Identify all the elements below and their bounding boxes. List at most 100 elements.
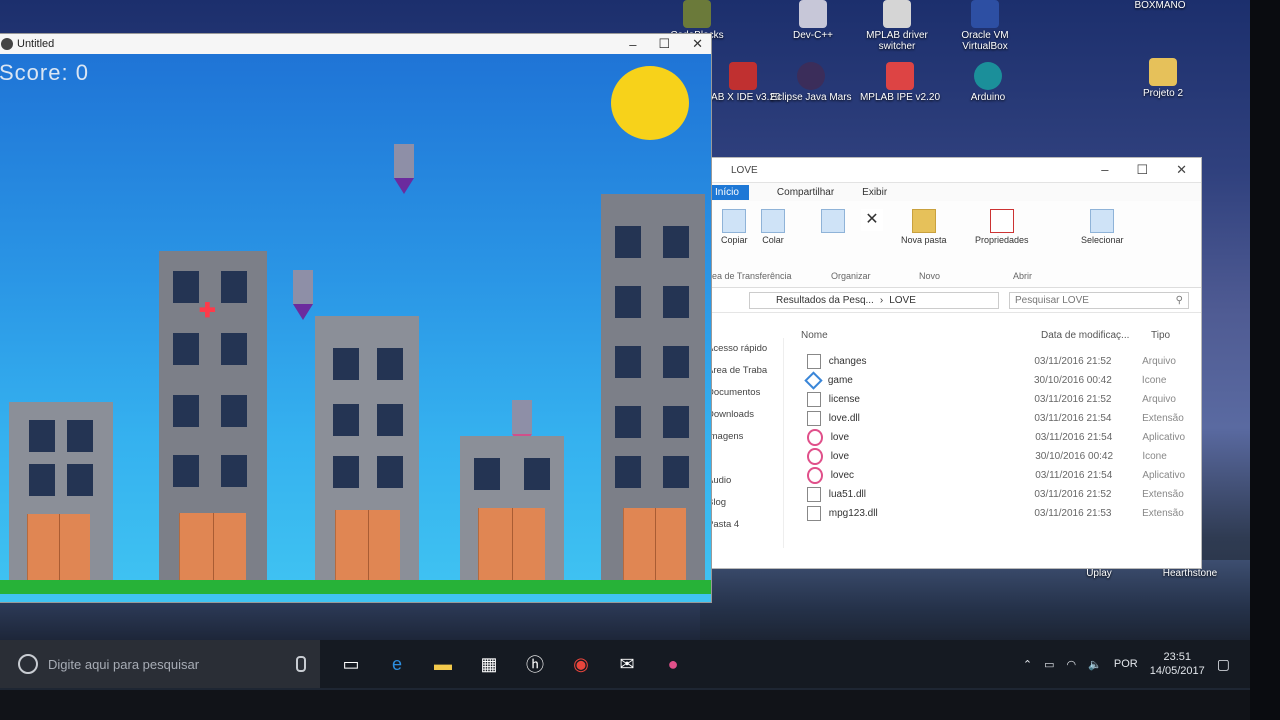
column-type[interactable]: Tipo — [1151, 330, 1191, 348]
tab-compartilhar[interactable]: Compartilhar — [777, 187, 834, 198]
desktop-icon-hearthstone[interactable]: Hearthstone — [1145, 568, 1235, 579]
nav-item[interactable]: Área de Traba — [701, 360, 783, 382]
volume-icon[interactable]: 🔈 — [1088, 658, 1102, 671]
game-icon — [804, 371, 823, 390]
game-titlebar[interactable]: Untitled – ☐ ✕ — [0, 34, 711, 54]
eclipse-icon — [797, 62, 825, 90]
taskbar: Digite aqui para pesquisar ▭ e ▬ ▦ ⓗ ◉ ✉… — [0, 640, 1250, 688]
nav-item[interactable]: Imagens — [701, 426, 783, 448]
building-door — [27, 514, 90, 580]
nav-item[interactable]: Documentos — [701, 382, 783, 404]
desktop-icon-virtualbox[interactable]: Oracle VM VirtualBox — [940, 0, 1030, 52]
task-view-icon[interactable]: ▭ — [336, 649, 366, 679]
nav-item[interactable]: Downloads — [701, 404, 783, 426]
cortana-icon — [18, 654, 38, 674]
file-row[interactable]: love 03/11/2016 21:54 Aplicativo — [801, 428, 1191, 447]
address-bar-row: Resultados da Pesq... › LOVE Pesquisar L… — [701, 288, 1201, 313]
minimize-button[interactable]: – — [629, 37, 636, 52]
file-explorer-icon[interactable]: ▬ — [428, 649, 458, 679]
desktop-icon-arduino[interactable]: Arduino — [943, 62, 1033, 103]
sun — [611, 66, 689, 140]
file-row[interactable]: love.dll 03/11/2016 21:54 Extensão — [801, 409, 1191, 428]
minimize-button[interactable]: – — [1101, 162, 1108, 178]
nav-item[interactable]: Áudio — [701, 470, 783, 492]
close-button[interactable]: ✕ — [692, 36, 703, 52]
explorer-search-input[interactable]: Pesquisar LOVE ⚲ — [1009, 291, 1189, 309]
file-row[interactable]: license 03/11/2016 21:52 Arquivo — [801, 390, 1191, 409]
close-button[interactable]: ✕ — [1176, 162, 1187, 178]
desktop-icon-projeto2[interactable]: Projeto 2 — [1118, 58, 1208, 99]
desktop-icon-eclipse[interactable]: Eclipse Java Mars — [766, 62, 856, 103]
clock[interactable]: 23:51 14/05/2017 — [1150, 650, 1205, 678]
file-explorer-window[interactable]: LOVE – ☐ ✕ Início Compartilhar Exibir Co… — [700, 157, 1202, 569]
copy-button[interactable]: Copiar — [721, 209, 748, 245]
building — [315, 316, 419, 580]
properties-button[interactable]: Propriedades — [975, 209, 1029, 245]
file-row[interactable]: lua51.dll 03/11/2016 21:52 Extensão — [801, 485, 1191, 504]
store-icon[interactable]: ▦ — [474, 649, 504, 679]
explorer-titlebar[interactable]: LOVE – ☐ ✕ — [701, 158, 1201, 183]
group-label-transferencia: Área de Transferência — [703, 271, 792, 281]
building-door — [478, 508, 545, 580]
game-window[interactable]: Untitled – ☐ ✕ Score: 0 ✚ — [0, 33, 712, 603]
mplab-driver-icon — [883, 0, 911, 28]
desktop: CodeBlocks Dev-C++ MPLAB driver switcher… — [0, 0, 1250, 690]
language-indicator[interactable]: POR — [1114, 658, 1138, 670]
dll-file-icon — [807, 487, 821, 502]
chevron-up-icon[interactable]: ⌃ — [1023, 658, 1032, 671]
hp-icon[interactable]: ⓗ — [520, 649, 550, 679]
select-button[interactable]: Selecionar — [1081, 209, 1124, 245]
folder-icon — [1149, 58, 1177, 86]
arduino-icon — [974, 62, 1002, 90]
breadcrumb-item[interactable]: LOVE — [889, 295, 916, 306]
delete-button[interactable]: ✕ — [861, 209, 883, 233]
new-folder-button[interactable]: Nova pasta — [901, 209, 947, 245]
ribbon: Copiar Colar ✕ Nova pasta Propriedades S… — [701, 201, 1201, 288]
desktop-icon-mplab-driver[interactable]: MPLAB driver switcher — [852, 0, 942, 52]
delete-icon: ✕ — [861, 209, 883, 231]
chrome-icon[interactable]: ◉ — [566, 649, 596, 679]
wifi-icon[interactable]: ◠ — [1067, 658, 1077, 671]
properties-icon — [989, 209, 1014, 233]
mail-icon[interactable]: ✉ — [612, 649, 642, 679]
notifications-icon[interactable]: ▢ — [1217, 656, 1230, 673]
column-date[interactable]: Data de modificaç... — [1041, 330, 1151, 348]
microphone-icon[interactable] — [296, 656, 306, 672]
file-row[interactable]: lovec 03/11/2016 21:54 Aplicativo — [801, 466, 1191, 485]
group-label-abrir: Abrir — [1013, 271, 1033, 281]
maximize-button[interactable]: ☐ — [1136, 162, 1148, 178]
file-row[interactable]: game 30/10/2016 00:42 Ícone — [801, 371, 1191, 390]
new-folder-icon — [911, 209, 936, 233]
file-row[interactable]: mpg123.dll 03/11/2016 21:53 Extensão — [801, 504, 1191, 523]
building-door — [335, 510, 400, 580]
battery-icon[interactable]: ▭ — [1044, 658, 1054, 671]
clock-time: 23:51 — [1163, 651, 1191, 663]
file-row[interactable]: love 30/10/2016 00:42 Ícone — [801, 447, 1191, 466]
nav-item[interactable]: Blog — [701, 492, 783, 514]
desktop-icon-boxmano[interactable]: BOXMANO — [1115, 0, 1205, 11]
file-list: changes 03/11/2016 21:52 Arquivo game 30/10… — [801, 352, 1191, 523]
building — [460, 436, 564, 580]
tab-exibir[interactable]: Exibir — [862, 187, 887, 198]
maximize-button[interactable]: ☐ — [658, 36, 670, 52]
nav-item[interactable]: Pasta 4 — [701, 514, 783, 536]
move-button[interactable] — [821, 209, 845, 235]
taskbar-search-input[interactable]: Digite aqui para pesquisar — [0, 640, 320, 688]
love-taskbar-icon[interactable]: ● — [658, 649, 688, 679]
game-canvas[interactable]: Score: 0 ✚ — [0, 54, 711, 602]
nav-item[interactable]: Acesso rápido — [701, 338, 783, 360]
file-row[interactable]: changes 03/11/2016 21:52 Arquivo — [801, 352, 1191, 371]
paste-button[interactable]: Colar — [761, 209, 785, 245]
column-name[interactable]: Nome — [801, 330, 1041, 348]
nav-item[interactable] — [701, 448, 783, 470]
desktop-icon-mplab-ipe[interactable]: MPLAB IPE v2.20 — [855, 62, 945, 103]
breadcrumb-item[interactable]: Resultados da Pesq... — [776, 295, 874, 306]
breadcrumb[interactable]: Resultados da Pesq... › LOVE — [749, 291, 999, 309]
desktop-icon-devcpp[interactable]: Dev-C++ — [768, 0, 858, 41]
building — [601, 194, 705, 580]
ground — [0, 580, 711, 594]
desktop-icon-uplay[interactable]: Uplay — [1054, 568, 1144, 579]
wallpaper-rocks — [0, 600, 700, 640]
edge-icon[interactable]: e — [382, 649, 412, 679]
column-headers: Nome Data de modificaç... Tipo — [801, 330, 1191, 348]
